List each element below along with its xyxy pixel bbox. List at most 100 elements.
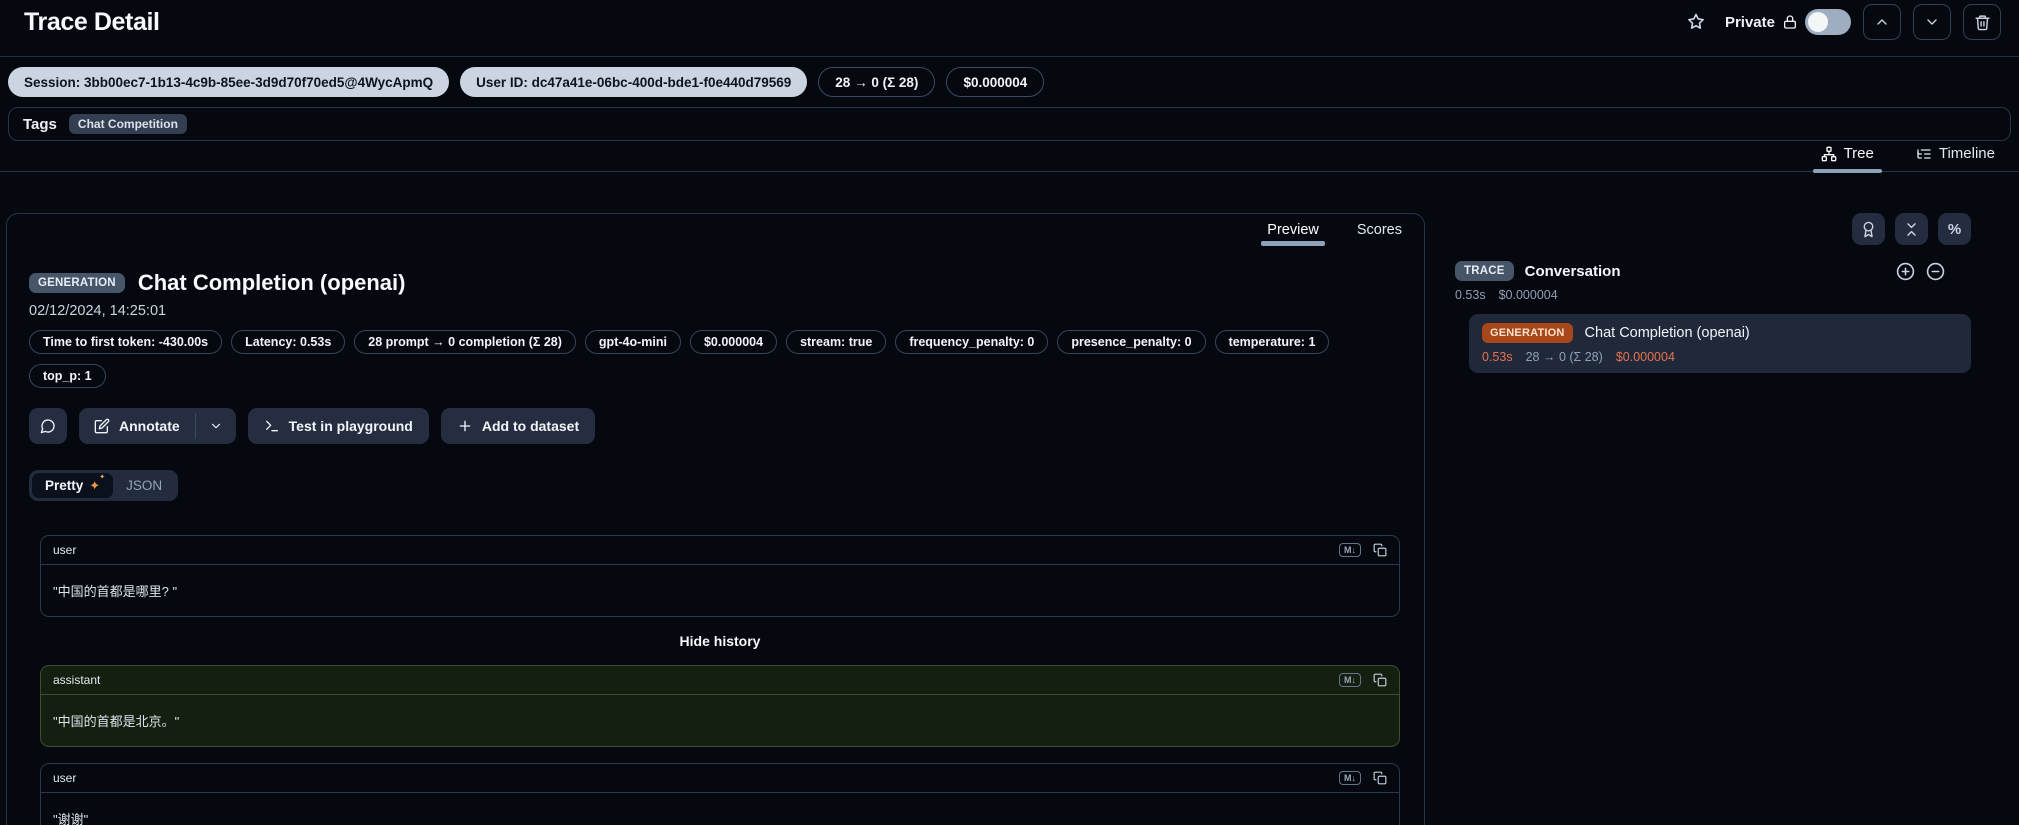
token-usage-badge: 28 → 0 (Σ 28) [818, 67, 935, 97]
privacy-control: Private [1725, 9, 1851, 35]
tree-toolbar: % [1449, 213, 1971, 245]
trace-meta-badges: Session: 3bb00ec7-1b13-4c9b-85ee-3d9d70f… [0, 57, 2019, 101]
tab-tree[interactable]: Tree [1813, 145, 1882, 171]
generation-badge: GENERATION [1482, 323, 1573, 343]
tab-scores[interactable]: Scores [1351, 220, 1408, 246]
collapse-all-button[interactable] [1895, 213, 1928, 245]
delete-trace-button[interactable] [1963, 4, 2001, 40]
copy-icon [1373, 771, 1387, 785]
tree-icon [1821, 146, 1837, 162]
message-card-user-1: user M↓ "中国的首都是哪里? " [40, 535, 1400, 617]
trash-icon [1974, 14, 1991, 31]
annotate-dropdown-button[interactable] [196, 408, 236, 444]
generation-cost: $0.000004 [1616, 350, 1675, 364]
message-card-user-2: user M↓ "谢谢" [40, 763, 1400, 825]
copy-button[interactable] [1373, 543, 1387, 557]
scores-toggle-button[interactable] [1852, 213, 1885, 245]
test-in-playground-button[interactable]: Test in playground [248, 408, 429, 444]
trace-tree-root[interactable]: TRACE Conversation [1449, 261, 1971, 281]
markdown-toggle-icon[interactable]: M↓ [1339, 673, 1361, 687]
presence-penalty-badge: presence_penalty: 0 [1057, 330, 1205, 354]
observation-header: GENERATION Chat Completion (openai) 02/1… [7, 246, 1424, 825]
annotate-button[interactable]: Annotate [79, 408, 195, 444]
copy-button[interactable] [1373, 673, 1387, 687]
message-role: assistant [53, 673, 100, 687]
pen-square-icon [94, 418, 110, 434]
temperature-badge: temperature: 1 [1215, 330, 1330, 354]
list-tree-icon [1916, 146, 1932, 162]
pretty-tab[interactable]: Pretty ✦✦ [32, 473, 113, 498]
previous-trace-button[interactable] [1863, 4, 1901, 40]
generation-name: Chat Completion (openai) [1585, 325, 1750, 341]
message-role: user [53, 543, 76, 557]
comment-icon [40, 418, 56, 434]
model-badge[interactable]: gpt-4o-mini [585, 330, 681, 354]
json-tab[interactable]: JSON [113, 473, 175, 498]
copy-icon [1373, 543, 1387, 557]
top-p-badge: top_p: 1 [29, 364, 106, 388]
tags-bar: Tags Chat Competition [8, 107, 2011, 141]
message-role: user [53, 771, 76, 785]
playground-label: Test in playground [289, 418, 413, 434]
tab-timeline[interactable]: Timeline [1908, 145, 2003, 171]
copy-icon [1373, 673, 1387, 687]
trace-latency: 0.53s [1455, 288, 1486, 302]
public-toggle[interactable] [1805, 9, 1851, 35]
collapse-tree-button[interactable] [1926, 262, 1945, 281]
cost-badge: $0.000004 [946, 67, 1044, 97]
user-id-badge[interactable]: User ID: dc47a41e-06bc-400d-bde1-f0e440d… [460, 67, 807, 97]
markdown-toggle-icon[interactable]: M↓ [1339, 771, 1361, 785]
pretty-label: Pretty [45, 478, 83, 493]
content-area: Preview Scores GENERATION Chat Completio… [0, 172, 2019, 825]
lock-icon [1782, 14, 1798, 30]
trace-cost: $0.000004 [1499, 288, 1558, 302]
frequency-penalty-badge: frequency_penalty: 0 [895, 330, 1048, 354]
comments-button[interactable] [29, 408, 67, 444]
tree-node-generation[interactable]: GENERATION Chat Completion (openai) 0.53… [1469, 314, 1971, 373]
message-list: user M↓ "中国的首都是哪里? " [40, 535, 1400, 825]
toggle-knob [1808, 12, 1828, 32]
award-icon [1860, 221, 1877, 238]
generation-type-badge: GENERATION [29, 273, 125, 293]
bookmark-star-button[interactable] [1679, 5, 1713, 39]
next-trace-button[interactable] [1913, 4, 1951, 40]
session-badge[interactable]: Session: 3bb00ec7-1b13-4c9b-85ee-3d9d70f… [8, 67, 449, 97]
add-to-dataset-button[interactable]: Add to dataset [441, 408, 595, 444]
message-content: "中国的首都是北京。" [41, 695, 1399, 746]
trace-badge: TRACE [1455, 261, 1514, 281]
tag-chip[interactable]: Chat Competition [69, 114, 187, 134]
trace-stats: 0.53s $0.000004 [1449, 288, 1971, 302]
page-header: Trace Detail Private [0, 0, 2019, 57]
annotate-split-button: Annotate [79, 408, 236, 444]
observation-timestamp: 02/12/2024, 14:25:01 [29, 303, 1400, 319]
chevron-down-icon [1924, 14, 1940, 30]
chevron-up-icon [1874, 14, 1890, 30]
metrics-toggle-button[interactable]: % [1938, 213, 1971, 245]
sparkles-icon: ✦✦ [89, 479, 100, 492]
observation-actions: Annotate Test in playgroun [29, 408, 1400, 444]
tags-label: Tags [23, 116, 57, 133]
privacy-label: Private [1725, 14, 1775, 31]
latency-badge: Latency: 0.53s [231, 330, 345, 354]
ttft-badge: Time to first token: -430.00s [29, 330, 222, 354]
terminal-icon [264, 418, 280, 434]
plus-circle-icon [1896, 262, 1915, 281]
pretty-json-toggle: Pretty ✦✦ JSON [29, 470, 178, 501]
observation-preview-panel: Preview Scores GENERATION Chat Completio… [6, 213, 1425, 825]
star-icon [1686, 12, 1706, 32]
tree-expand-controls [1896, 262, 1971, 281]
page-title: Trace Detail [24, 8, 160, 37]
cost-badge: $0.000004 [690, 330, 777, 354]
header-actions: Private [1679, 4, 2001, 40]
token-badge: 28 prompt → 0 completion (Σ 28) [354, 330, 576, 354]
hide-history-button[interactable]: Hide history [40, 633, 1400, 649]
tab-preview[interactable]: Preview [1261, 220, 1325, 246]
message-content: "中国的首都是哪里? " [41, 565, 1399, 616]
annotate-label: Annotate [119, 418, 180, 434]
expand-all-button[interactable] [1896, 262, 1915, 281]
observation-title: Chat Completion (openai) [138, 270, 406, 296]
observation-meta-badges: Time to first token: -430.00s Latency: 0… [29, 330, 1400, 388]
markdown-toggle-icon[interactable]: M↓ [1339, 543, 1361, 557]
copy-button[interactable] [1373, 771, 1387, 785]
stream-badge: stream: true [786, 330, 886, 354]
